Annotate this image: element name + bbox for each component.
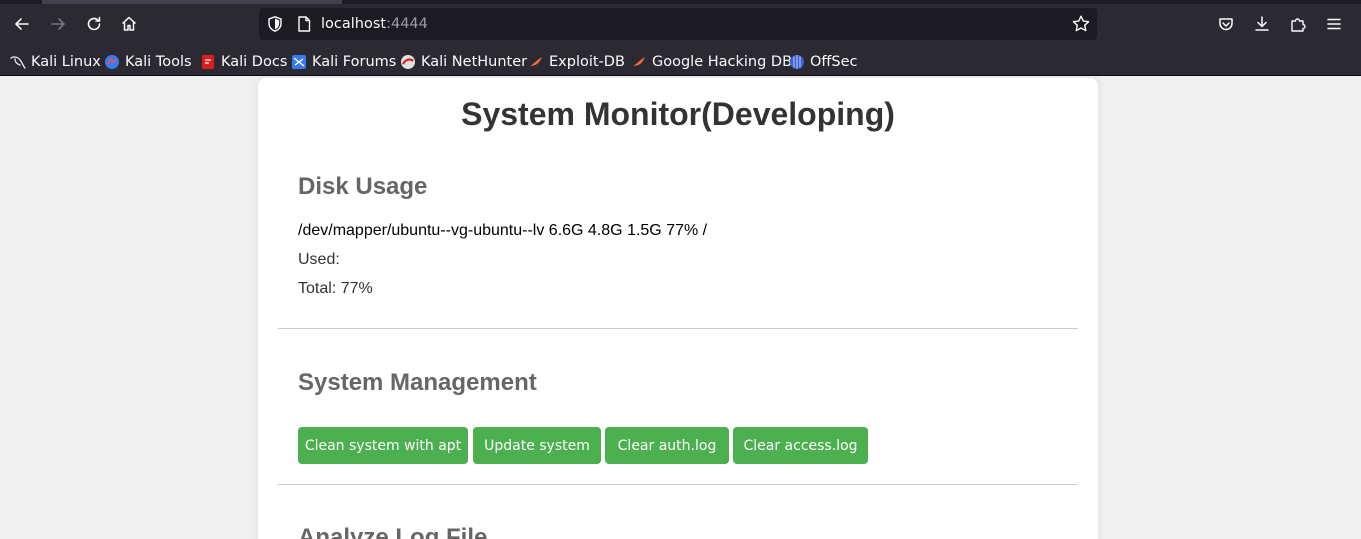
url-port: :4444	[386, 16, 428, 32]
downloads-button[interactable]	[1252, 13, 1272, 35]
bookmark-label: Kali Docs	[221, 54, 288, 70]
page-title: System Monitor(Developing)	[461, 96, 895, 132]
home-icon	[121, 16, 137, 31]
bookmark-label: Kali Tools	[125, 54, 192, 70]
download-icon	[1255, 16, 1269, 31]
url-text[interactable]: localhost:4444	[321, 16, 428, 32]
system-management-heading: System Management	[298, 369, 537, 396]
active-tab-indicator[interactable]	[42, 0, 342, 4]
bookmark-kali-linux[interactable]: Kali Linux	[10, 51, 101, 73]
url-host: localhost	[321, 16, 387, 32]
bookmark-exploit-db[interactable]: Exploit-DB	[528, 51, 625, 73]
back-button[interactable]	[9, 11, 35, 37]
bookmark-kali-docs[interactable]: Kali Docs	[200, 51, 287, 73]
reload-button[interactable]	[81, 11, 107, 37]
disk-df-output: /dev/mapper/ubuntu--vg-ubuntu--lv 6.6G 4…	[298, 222, 708, 239]
pocket-button[interactable]	[1216, 13, 1236, 35]
reload-icon	[87, 16, 101, 31]
back-arrow-icon	[15, 18, 29, 30]
section-divider	[278, 328, 1078, 329]
disk-used-text: Used:	[298, 251, 340, 268]
puzzle-icon	[1291, 18, 1306, 32]
disk-usage-heading: Disk Usage	[298, 173, 428, 200]
page-info-icon[interactable]	[295, 15, 313, 33]
clear-auth-log-button[interactable]: Clear auth.log	[605, 427, 729, 464]
bookmark-kali-tools[interactable]: Kali Tools	[104, 51, 192, 73]
address-bar[interactable]: localhost:4444	[259, 8, 1097, 40]
home-button[interactable]	[116, 11, 142, 37]
exploit-db-icon	[530, 57, 542, 66]
system-monitor-card: System Monitor(Developing) Disk Usage /d…	[258, 78, 1098, 539]
bookmark-star-icon[interactable]	[1071, 14, 1091, 34]
bookmark-label: Kali NetHunter	[421, 54, 528, 70]
menu-button[interactable]	[1324, 13, 1344, 35]
bookmarks-toolbar: Kali Linux Kali Tools Kali Docs Kali For…	[0, 48, 1361, 76]
forward-button[interactable]	[45, 11, 71, 37]
bookmark-label: Kali Forums	[312, 54, 397, 70]
bookmark-google-hacking-db[interactable]: Google Hacking DB	[631, 51, 792, 73]
kali-dragon-icon	[10, 56, 26, 69]
nethunter-icon	[401, 55, 415, 69]
clean-system-apt-button[interactable]: Clean system with apt	[298, 427, 468, 464]
bookmark-label: Kali Linux	[31, 54, 101, 70]
section-divider	[278, 484, 1078, 485]
disk-total-text: Total: 77%	[298, 280, 373, 297]
update-system-button[interactable]: Update system	[473, 427, 601, 464]
analyze-log-heading: Analyze Log File	[298, 524, 488, 539]
bookmark-label: OffSec	[810, 54, 858, 70]
ghdb-icon	[633, 57, 645, 66]
bookmark-label: Google Hacking DB	[652, 54, 793, 70]
kali-tools-icon	[105, 55, 119, 69]
bookmark-kali-nethunter[interactable]: Kali NetHunter	[400, 51, 527, 73]
forward-arrow-icon	[51, 18, 65, 30]
kali-docs-icon	[202, 55, 214, 69]
extensions-button[interactable]	[1288, 13, 1308, 35]
hamburger-menu-icon	[1327, 18, 1341, 30]
browser-toolbar: localhost:4444	[0, 0, 1361, 48]
clear-access-log-button[interactable]: Clear access.log	[733, 427, 868, 464]
bookmark-label: Exploit-DB	[549, 54, 625, 70]
pocket-icon	[1219, 18, 1233, 31]
kali-forums-icon	[292, 55, 306, 69]
offsec-icon	[790, 55, 804, 69]
bookmark-offsec[interactable]: OffSec	[789, 51, 858, 73]
shield-icon[interactable]	[266, 15, 284, 33]
tab-strip	[0, 0, 1361, 4]
bookmark-kali-forums[interactable]: Kali Forums	[291, 51, 396, 73]
